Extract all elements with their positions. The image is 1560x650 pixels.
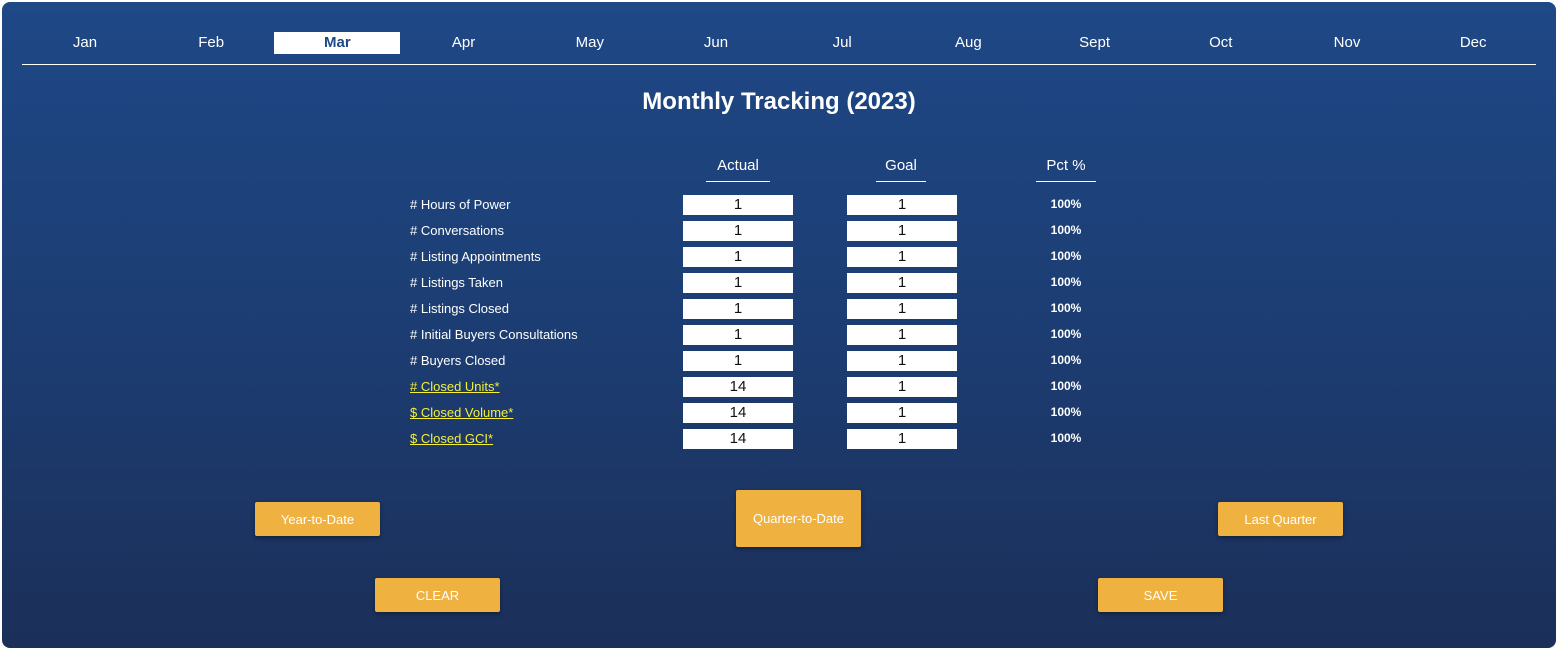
clear-button[interactable]: CLEAR: [375, 578, 500, 612]
tab-month-jan[interactable]: Jan: [22, 32, 148, 54]
row-label: # Conversations: [410, 223, 504, 238]
goal-input[interactable]: [847, 273, 957, 293]
actual-input[interactable]: [683, 299, 793, 319]
column-header-pct: Pct %: [1036, 157, 1096, 182]
goal-input[interactable]: [847, 247, 957, 267]
pct-value: 100%: [1050, 431, 1082, 445]
tab-month-feb[interactable]: Feb: [148, 32, 274, 54]
actual-input[interactable]: [683, 429, 793, 449]
actual-input[interactable]: [683, 195, 793, 215]
pct-value: 100%: [1050, 275, 1082, 289]
tab-month-nov[interactable]: Nov: [1284, 32, 1410, 54]
actual-input[interactable]: [683, 403, 793, 423]
year-to-date-button[interactable]: Year-to-Date: [255, 502, 380, 536]
actual-input[interactable]: [683, 247, 793, 267]
actual-input[interactable]: [683, 351, 793, 371]
goal-input[interactable]: [847, 351, 957, 371]
goal-input[interactable]: [847, 221, 957, 241]
row-label: # Buyers Closed: [410, 353, 506, 368]
pct-value: 100%: [1050, 301, 1082, 315]
pct-value: 100%: [1050, 197, 1082, 211]
actual-input[interactable]: [683, 325, 793, 345]
row-label: # Listings Taken: [410, 275, 503, 290]
goal-input[interactable]: [847, 195, 957, 215]
row-label: # Initial Buyers Consultations: [410, 327, 578, 342]
tab-month-sept[interactable]: Sept: [1032, 32, 1158, 54]
tab-month-jul[interactable]: Jul: [779, 32, 905, 54]
goal-input[interactable]: [847, 377, 957, 397]
pct-value: 100%: [1050, 353, 1082, 367]
row-label[interactable]: $ Closed Volume*: [410, 405, 513, 420]
pct-value: 100%: [1050, 327, 1082, 341]
tab-month-apr[interactable]: Apr: [401, 32, 527, 54]
pct-value: 100%: [1050, 249, 1082, 263]
page-title: Monthly Tracking (2023): [642, 88, 916, 115]
row-label: # Listings Closed: [410, 301, 509, 316]
tab-month-mar[interactable]: Mar: [274, 32, 401, 54]
save-button[interactable]: SAVE: [1098, 578, 1223, 612]
actual-input[interactable]: [683, 221, 793, 241]
tracking-panel: Jan Feb Mar Apr May Jun Jul Aug Sept Oct Nov Dec Mo…: [2, 2, 1556, 648]
goal-input[interactable]: [847, 429, 957, 449]
pct-value: 100%: [1050, 379, 1082, 393]
column-header-actual: Actual: [706, 157, 770, 182]
pct-value: 100%: [1050, 223, 1082, 237]
row-label[interactable]: # Closed Units*: [410, 379, 500, 394]
tab-month-dec[interactable]: Dec: [1410, 32, 1536, 54]
tab-month-oct[interactable]: Oct: [1158, 32, 1284, 54]
month-tabs: Jan Feb Mar Apr May Jun Jul Aug Sept Oct Nov Dec: [22, 32, 1536, 56]
row-label[interactable]: $ Closed GCI*: [410, 431, 493, 446]
quarter-to-date-button[interactable]: Quarter-to-Date: [736, 490, 861, 547]
goal-input[interactable]: [847, 325, 957, 345]
tab-month-aug[interactable]: Aug: [905, 32, 1031, 54]
row-label: # Listing Appointments: [410, 249, 541, 264]
column-header-goal: Goal: [876, 157, 926, 182]
pct-value: 100%: [1050, 405, 1082, 419]
tab-month-jun[interactable]: Jun: [653, 32, 779, 54]
goal-input[interactable]: [847, 299, 957, 319]
row-label: # Hours of Power: [410, 197, 511, 212]
actual-input[interactable]: [683, 377, 793, 397]
last-quarter-button[interactable]: Last Quarter: [1218, 502, 1343, 536]
actual-input[interactable]: [683, 273, 793, 293]
goal-input[interactable]: [847, 403, 957, 423]
tab-divider: [22, 64, 1536, 65]
tab-month-may[interactable]: May: [527, 32, 653, 54]
